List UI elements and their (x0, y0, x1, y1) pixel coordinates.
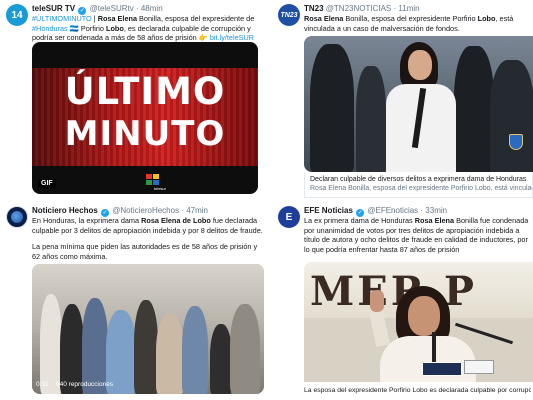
telesur-logo-icon (146, 174, 160, 186)
microphone-stand (432, 332, 436, 366)
crowd-person (156, 314, 184, 394)
woman-face (408, 50, 432, 80)
crowd-person (40, 294, 62, 394)
tweet-efe-noticias[interactable]: E EFE Noticias ✓ @EFEnoticias · 33min La… (272, 200, 533, 400)
tweet-text: La ex primera dama de Honduras Rosa Elen… (304, 216, 531, 254)
crowd-person (210, 324, 232, 394)
telesur-avatar[interactable]: 14 (6, 4, 28, 26)
author-name[interactable]: TN23 (304, 4, 324, 13)
card-description: Rosa Elena Bonilla, esposa del expreside… (310, 185, 533, 192)
text-segment: Bonilla, esposa del expresidente de (137, 14, 255, 23)
author-name[interactable]: EFE Noticias (304, 206, 353, 215)
author-handle[interactable]: @teleSURtv (90, 4, 134, 13)
tweet-text: En Honduras, la exprimera dama Rosa Elen… (32, 216, 266, 235)
police-badge-icon (509, 134, 523, 150)
police-figure (454, 46, 494, 172)
tweet-time[interactable]: · 33min (420, 206, 447, 215)
crowd-person (134, 300, 158, 394)
tweet-tn23[interactable]: TN23 TN23 @TN23NOTICIAS · 11min Rosa Ele… (272, 0, 533, 198)
text-segment: 🇭🇳 Porfirio (67, 23, 106, 33)
name-plate (422, 362, 462, 376)
text-bold: Lobo (477, 14, 496, 23)
efe-avatar[interactable]: E (278, 206, 300, 228)
logo-label: telesur (153, 186, 166, 191)
hashtag-link[interactable]: #ÚLTIMOMINUTO (32, 14, 92, 23)
tweet-text: #ÚLTIMOMINUTO | Rosa Elena Bonilla, espo… (32, 14, 266, 43)
card-title: Declaran culpable de diversos delitos a … (310, 176, 527, 183)
text-bold: Rosa Elena de Lobo (141, 216, 211, 225)
police-figure (310, 44, 354, 172)
sign-letters: MER P (310, 268, 478, 315)
gif-badge: GIF (38, 179, 56, 188)
tweet-telesur[interactable]: 14 teleSUR TV ✓ @teleSURtv · 48min #ÚLTI… (0, 0, 268, 198)
author-name[interactable]: teleSUR TV (32, 4, 75, 13)
text-bold: Rosa Elena (97, 14, 138, 23)
hashtag-link[interactable]: #Honduras (32, 24, 68, 33)
headline-line-1: ÚLTIMO (64, 70, 226, 113)
tn23-avatar[interactable]: TN23 (278, 4, 300, 26)
photo-caption: La esposa del expresidente Porfirio Lobo… (304, 387, 531, 394)
news-photo[interactable] (304, 36, 533, 172)
text-segment: Bonilla, esposa del expresidente Porfiri… (343, 14, 478, 23)
crowd-person (182, 306, 208, 394)
globe-icon (11, 211, 23, 223)
link-card[interactable]: Declaran culpable de diversos delitos a … (304, 172, 533, 198)
news-photo[interactable]: MER P (304, 262, 533, 382)
ultimo-minuto-gif[interactable]: ÚLTIMO MINUTO telesur GIF (32, 42, 258, 194)
text-bold: Lobo (105, 23, 124, 33)
tweet-time[interactable]: · 48min (136, 4, 163, 13)
tweet-time[interactable]: · 11min (394, 4, 420, 13)
author-handle[interactable]: @NoticieroHechos (112, 206, 179, 215)
author-handle[interactable]: @EFEnoticias (367, 206, 418, 215)
crowd-person (230, 304, 260, 394)
news-video[interactable]: 0:31 940 reproducciones (32, 264, 264, 394)
raised-hand (370, 290, 384, 312)
tweet-header: TN23 @TN23NOTICIAS · 11min (304, 4, 531, 14)
text-bold: Rosa Elena (304, 14, 344, 23)
text-segment: En Honduras, la exprimera dama (32, 216, 142, 225)
tweet-time[interactable]: · 47min (181, 206, 208, 215)
text-bold: Rosa Elena (414, 216, 455, 225)
video-views: 940 reproducciones (56, 381, 114, 388)
police-figure (356, 66, 386, 172)
police-figure (490, 60, 533, 172)
woman-face (408, 296, 440, 336)
video-duration: 0:31 (36, 381, 49, 388)
url-link[interactable]: bit.ly/teleSUR (210, 33, 254, 42)
tweet-text-paragraph-2: La pena mínima que piden las autoridades… (32, 242, 258, 261)
headline-line-2: MINUTO (64, 114, 226, 154)
tweet-text: Rosa Elena Bonilla, esposa del expreside… (304, 14, 531, 33)
author-name[interactable]: Noticiero Hechos (32, 206, 98, 215)
author-handle[interactable]: @TN23NOTICIAS (326, 4, 391, 13)
text-segment: La ex primera dama de Honduras (304, 216, 415, 225)
hechos-avatar[interactable] (6, 206, 28, 228)
crowd-person (82, 298, 108, 394)
name-plate-secondary (464, 360, 494, 374)
tweet-noticiero-hechos[interactable]: Noticiero Hechos ✓ @NoticieroHechos · 47… (0, 200, 268, 400)
